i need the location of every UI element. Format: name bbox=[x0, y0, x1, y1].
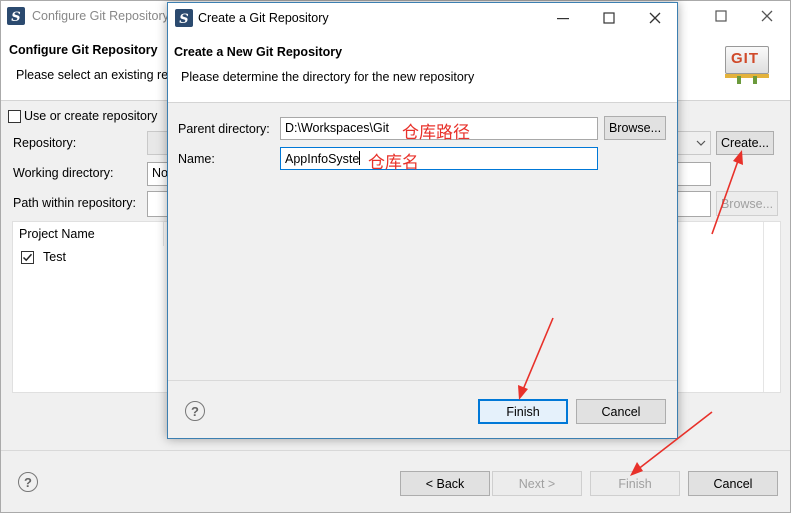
arrowhead-dialog-finish bbox=[518, 385, 528, 400]
arrow-to-bg-finish bbox=[636, 411, 713, 471]
annotation-arrows bbox=[518, 150, 743, 476]
arrow-to-create bbox=[711, 157, 740, 235]
arrow-to-dialog-finish bbox=[521, 317, 554, 393]
arrowhead-create bbox=[733, 150, 743, 165]
arrowhead-bg-finish bbox=[630, 462, 643, 476]
